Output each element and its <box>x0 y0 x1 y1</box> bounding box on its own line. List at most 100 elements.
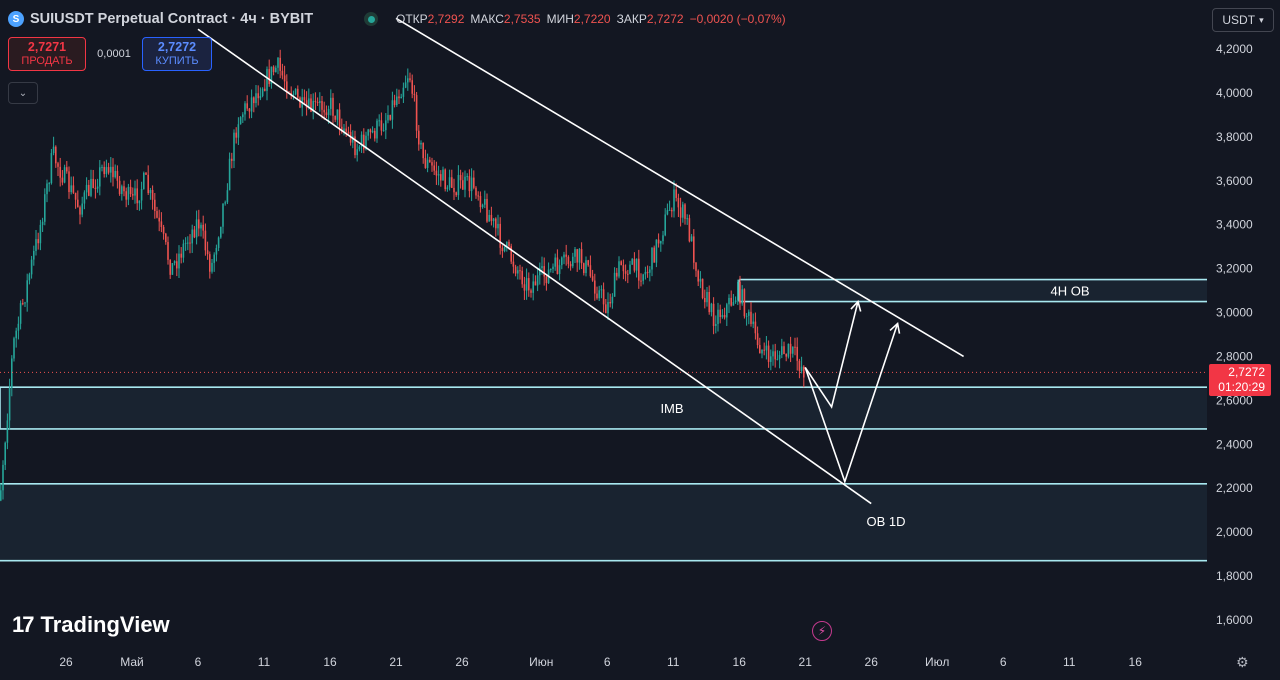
candle-body <box>655 239 658 263</box>
y-tick-label: 4,2000 <box>1216 42 1253 56</box>
candle-body <box>424 158 427 168</box>
candle-body <box>378 120 380 122</box>
candle-body <box>327 108 330 116</box>
currency-select[interactable]: USDT ▾ <box>1212 8 1274 32</box>
settings-gear-icon[interactable]: ⚙ <box>1236 654 1249 671</box>
candle-body <box>228 158 231 191</box>
y-tick-label: 3,4000 <box>1216 218 1253 232</box>
price-chart[interactable]: 4,2000 4,0000 3,8000 3,6000 3,4000 3,2000 3,00… <box>0 0 1280 680</box>
ohlc-key: ОТКР <box>396 12 428 26</box>
candle-body <box>591 276 594 281</box>
candle-body <box>675 189 677 198</box>
candle-body <box>226 190 229 203</box>
candle-body <box>11 358 13 388</box>
ohlc-value: 2,7292 <box>427 12 465 26</box>
candle-body <box>83 192 86 204</box>
candle-body <box>594 280 596 294</box>
candle-body <box>464 176 466 190</box>
candle-body <box>763 349 765 351</box>
candle-body <box>415 95 418 131</box>
candle-body <box>488 214 490 222</box>
candle-body <box>620 261 622 266</box>
candle-body <box>585 260 587 274</box>
x-tick-label: 6 <box>604 655 611 669</box>
candle-body <box>767 345 770 362</box>
candle-body <box>699 278 702 282</box>
x-tick-label: 16 <box>733 655 747 669</box>
candle-body <box>88 184 90 196</box>
candle-body <box>413 93 416 96</box>
candle-body <box>2 464 4 491</box>
candle-body <box>649 269 651 273</box>
candle-body <box>202 224 204 231</box>
candle-body <box>319 101 321 103</box>
candle-body <box>653 247 655 263</box>
candle-body <box>393 100 396 106</box>
candle-body <box>418 130 420 145</box>
candle-body <box>123 186 125 192</box>
candle-body <box>512 261 515 267</box>
candle-body <box>622 265 625 272</box>
candle-body <box>156 210 158 218</box>
candle-body <box>530 290 532 293</box>
candle-body <box>534 281 537 286</box>
candle-body <box>765 345 768 351</box>
lightning-icon[interactable]: ⚡ <box>812 621 832 641</box>
candle-body <box>314 100 317 103</box>
candle-body <box>521 270 523 285</box>
tradingview-logo-icon: 17 <box>12 612 35 637</box>
candle-body <box>770 356 772 362</box>
candle-body <box>798 360 801 371</box>
candle-body <box>72 185 75 193</box>
channel-upper-line <box>395 17 965 358</box>
x-tick-label: 26 <box>455 655 469 669</box>
candle-body <box>422 142 424 159</box>
candle-body <box>774 351 776 360</box>
tradingview-logo[interactable]: 17 TradingView <box>12 612 170 638</box>
candle-body <box>35 239 37 251</box>
candle-body <box>248 108 251 112</box>
candle-body <box>204 230 207 251</box>
candle-body <box>176 261 178 269</box>
candle-body <box>671 209 673 212</box>
candle-body <box>710 303 713 313</box>
candle-body <box>688 218 691 242</box>
candle-body <box>481 204 484 208</box>
candle-body <box>61 177 64 183</box>
buy-button[interactable]: 2,7272 КУПИТЬ <box>142 37 212 71</box>
collapse-panel-button[interactable]: ⌄ <box>8 82 38 104</box>
candle-body <box>99 167 101 187</box>
market-status-icon[interactable] <box>364 12 378 26</box>
candle-body <box>50 153 53 184</box>
candle-body <box>167 242 169 260</box>
candle-body <box>462 180 464 190</box>
candle-body <box>0 490 2 501</box>
candle-body <box>125 191 127 200</box>
y-tick-label: 4,0000 <box>1216 86 1253 100</box>
candle-body <box>578 249 581 263</box>
candle-body <box>732 302 735 306</box>
candle-body <box>239 117 242 125</box>
sell-button[interactable]: 2,7271 ПРОДАТЬ <box>8 37 86 71</box>
symbol-title[interactable]: SUIUSDT Perpetual Contract · 4ч · BYBIT <box>30 11 313 27</box>
zone-fill <box>0 387 1207 429</box>
candle-body <box>446 187 449 190</box>
zone-fill <box>0 483 1207 561</box>
zone-fill <box>739 279 1207 302</box>
candle-body <box>330 97 332 109</box>
candle-body <box>105 167 108 175</box>
candle-body <box>728 297 730 305</box>
candle-body <box>233 132 235 161</box>
candle-body <box>215 248 218 255</box>
ohlc-value: 2,7535 <box>503 12 541 26</box>
candle-body <box>602 289 605 305</box>
candle-body <box>173 261 176 264</box>
candle-body <box>686 218 688 220</box>
candle-body <box>618 261 620 277</box>
candle-body <box>640 280 642 282</box>
candle-body <box>242 114 244 118</box>
candle-body <box>22 303 24 305</box>
candle-body <box>730 297 732 306</box>
candle-body <box>231 158 233 161</box>
candle-body <box>440 174 442 181</box>
